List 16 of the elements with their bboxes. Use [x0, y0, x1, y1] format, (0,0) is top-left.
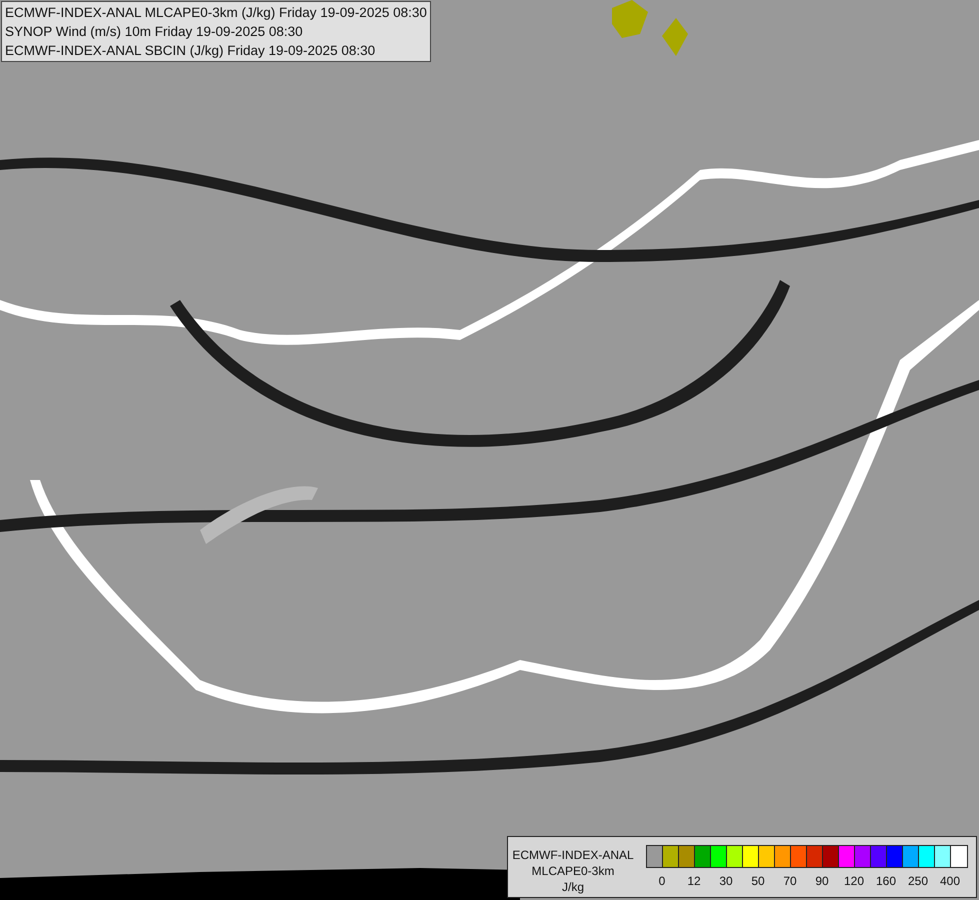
legend-title: MLCAPE0-3km — [532, 863, 614, 879]
map-title: ECMWF-INDEX-ANAL SBCIN (J/kg) Friday 19-09-2025 08:30 — [5, 42, 376, 60]
tick-label: 400 — [940, 874, 960, 888]
legend-title: ECMWF-INDEX-ANAL — [512, 847, 634, 863]
tick-label: 120 — [844, 874, 864, 888]
tick-label: 0 — [658, 874, 666, 888]
tick-label: 70 — [783, 874, 797, 888]
tick-label: 250 — [908, 874, 928, 888]
tick-label: 50 — [751, 874, 765, 888]
legend-title: J/kg — [562, 879, 584, 895]
tick-label: 12 — [687, 874, 701, 888]
map-title: ECMWF-INDEX-ANAL MLCAPE0-3km (J/kg) Friday 19-09-2025 08:30 — [5, 4, 427, 22]
map-title: SYNOP Wind (m/s) 10m Friday 19-09-2025 08:30 — [5, 23, 304, 41]
tick-label: 160 — [876, 874, 896, 888]
tick-label: 30 — [719, 874, 733, 888]
tick-label: 90 — [815, 874, 829, 888]
